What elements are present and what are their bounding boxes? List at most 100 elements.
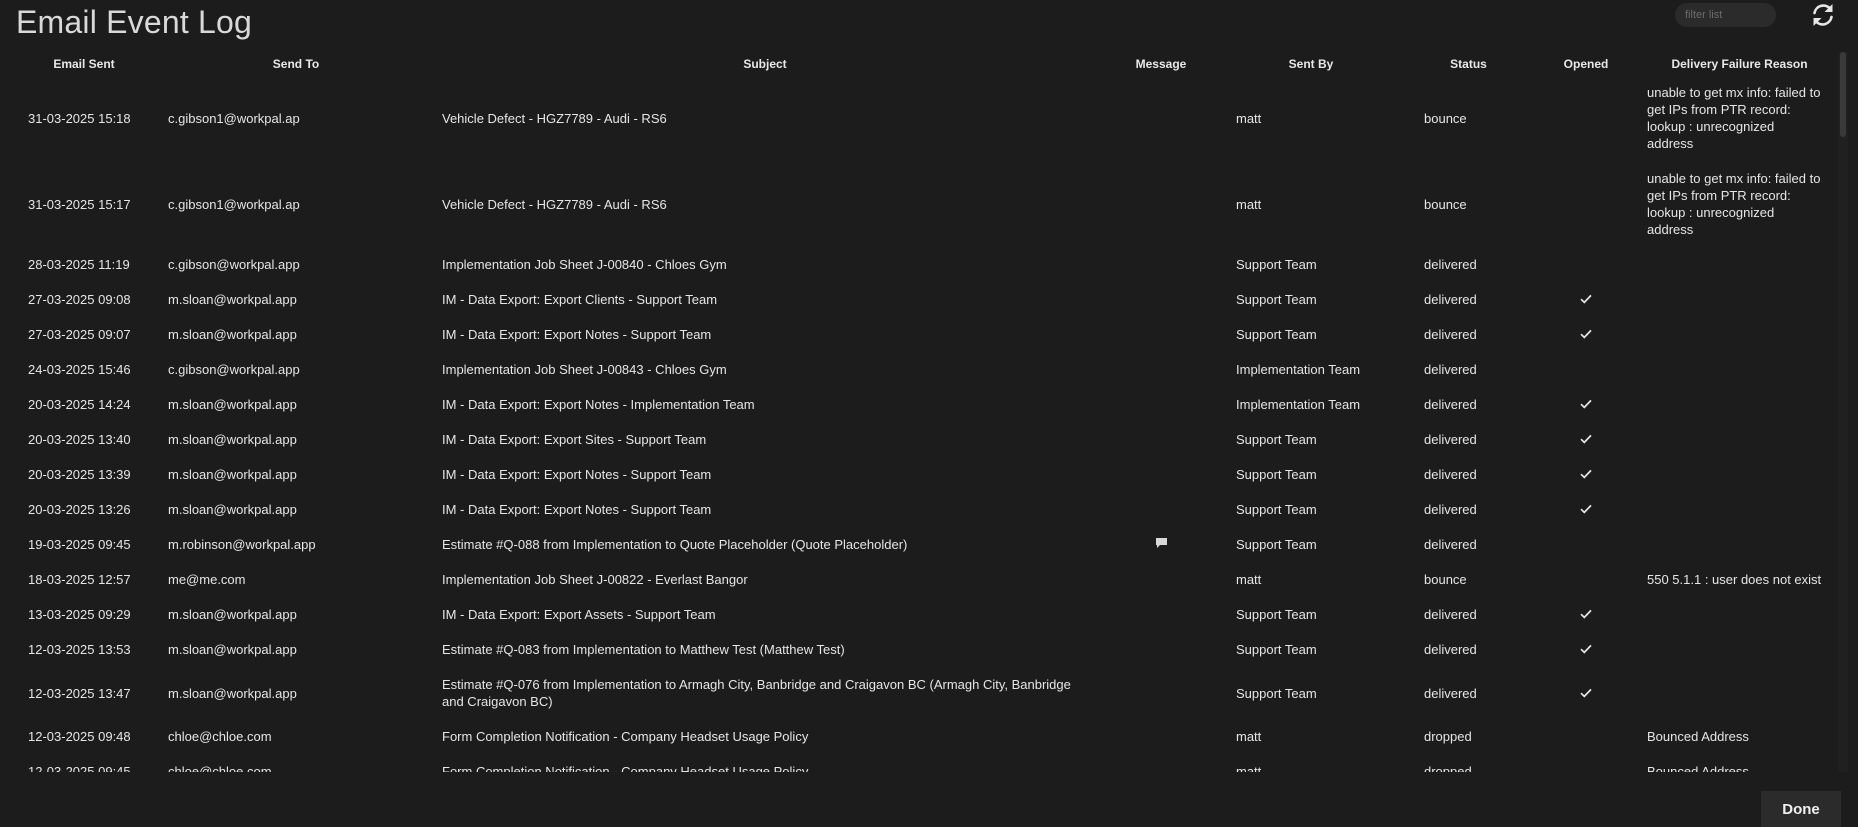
opened-cell	[1531, 352, 1641, 387]
table-row[interactable]: 12-03-2025 09:45 chloe@chloe.com Form Comp…	[0, 754, 1838, 772]
message-cell	[1106, 422, 1216, 457]
refresh-icon	[1813, 4, 1833, 26]
table-row[interactable]: 18-03-2025 12:57 me@me.com Implementation …	[0, 562, 1838, 597]
subject-cell: IM - Data Export: Export Assets - Suppor…	[442, 607, 716, 622]
subject-cell: Vehicle Defect - HGZ7789 - Audi - RS6	[442, 110, 667, 126]
status-cell: delivered	[1424, 537, 1477, 552]
email-sent-cell: 24-03-2025 15:46	[28, 362, 131, 377]
subject-cell: IM - Data Export: Export Clients - Suppo…	[442, 292, 718, 307]
table-scrollbar[interactable]	[1838, 52, 1848, 772]
failure-reason-cell	[1641, 632, 1838, 667]
email-sent-cell: 31-03-2025 15:18	[28, 110, 131, 126]
check-icon	[1580, 504, 1592, 514]
table-row[interactable]: 12-03-2025 13:53 m.sloan@workpal.app Estim…	[0, 632, 1838, 667]
opened-cell	[1531, 161, 1641, 247]
message-icon[interactable]	[1155, 537, 1168, 549]
status-cell: delivered	[1424, 397, 1477, 412]
column-header[interactable]: Delivery Failure Reason	[1641, 52, 1838, 75]
failure-reason-cell	[1641, 527, 1838, 562]
opened-cell	[1531, 527, 1641, 562]
status-cell: bounce	[1424, 196, 1467, 212]
sent-by-cell: matt	[1236, 764, 1262, 772]
send-to-cell: m.sloan@workpal.app	[168, 327, 297, 342]
email-sent-cell: 20-03-2025 14:24	[28, 397, 131, 412]
send-to-cell: c.gibson@workpal.app	[168, 257, 300, 272]
table-row[interactable]: 20-03-2025 13:26 m.sloan@workpal.app IM - …	[0, 492, 1838, 527]
table-row[interactable]: 27-03-2025 09:08 m.sloan@workpal.app IM - …	[0, 282, 1838, 317]
column-header[interactable]: Status	[1406, 52, 1531, 75]
status-cell: delivered	[1424, 502, 1477, 517]
opened-cell	[1531, 632, 1641, 667]
failure-reason-cell: Bounced Address	[1647, 729, 1749, 744]
email-sent-cell: 27-03-2025 09:08	[28, 292, 131, 307]
subject-cell: Estimate #Q-088 from Implementation to Q…	[442, 537, 908, 552]
filter-input[interactable]	[1675, 3, 1776, 27]
column-header[interactable]: Message	[1106, 52, 1216, 75]
send-to-cell: chloe@chloe.com	[168, 729, 272, 744]
table-header-row: Email Sent Send To Subject Message Sent By St…	[0, 52, 1838, 75]
message-cell	[1106, 492, 1216, 527]
failure-reason-cell	[1641, 597, 1838, 632]
message-cell	[1106, 282, 1216, 317]
opened-cell	[1531, 457, 1641, 492]
table-row[interactable]: 31-03-2025 15:17 c.gibson1@workpal.ap Vehi…	[0, 161, 1838, 247]
table-row[interactable]: 12-03-2025 09:48 chloe@chloe.com Form Comp…	[0, 719, 1838, 754]
sent-by-cell: matt	[1236, 110, 1262, 126]
sent-by-cell: Support Team	[1236, 467, 1317, 482]
check-icon	[1580, 644, 1592, 654]
message-cell[interactable]	[1106, 527, 1216, 562]
scrollbar-thumb[interactable]	[1840, 52, 1846, 137]
message-cell	[1106, 597, 1216, 632]
check-icon	[1580, 688, 1592, 698]
subject-cell: IM - Data Export: Export Notes - Impleme…	[442, 397, 755, 412]
done-button[interactable]: Done	[1761, 791, 1841, 827]
column-header[interactable]: Sent By	[1216, 52, 1406, 75]
subject-cell: Estimate #Q-076 from Implementation to A…	[442, 677, 1071, 709]
email-event-log-page: Email Event Log Email SentSend ToSubject…	[0, 0, 1858, 827]
table-row[interactable]: 13-03-2025 09:29 m.sloan@workpal.app IM - …	[0, 597, 1838, 632]
column-header[interactable]: Opened	[1531, 52, 1641, 75]
opened-cell	[1531, 597, 1641, 632]
message-cell	[1106, 632, 1216, 667]
email-sent-cell: 27-03-2025 09:07	[28, 327, 131, 342]
failure-reason-cell: 550 5.1.1 : user does not exist	[1647, 572, 1822, 587]
opened-cell	[1531, 387, 1641, 422]
status-cell: bounce	[1424, 572, 1467, 587]
email-log-table-container[interactable]: Email Sent Send To Subject Message Sent By St…	[0, 52, 1838, 773]
failure-reason-cell	[1641, 422, 1838, 457]
status-cell: delivered	[1424, 327, 1477, 342]
column-header[interactable]: Email Sent	[0, 52, 168, 75]
status-cell: dropped	[1424, 729, 1472, 744]
table-row[interactable]: 31-03-2025 15:18 c.gibson1@workpal.ap Vehi…	[0, 75, 1838, 161]
failure-reason-cell	[1641, 667, 1838, 719]
table-row[interactable]: 24-03-2025 15:46 c.gibson@workpal.app Impl…	[0, 352, 1838, 387]
column-header[interactable]: Send To	[168, 52, 424, 75]
send-to-cell: m.sloan@workpal.app	[168, 502, 297, 517]
check-icon	[1580, 294, 1592, 304]
opened-cell	[1531, 422, 1641, 457]
failure-reason-cell: unable to get mx info: failed to get IPs…	[1647, 171, 1821, 237]
opened-cell	[1531, 247, 1641, 282]
subject-cell: Implementation Job Sheet J-00840 - Chloe…	[442, 257, 727, 272]
email-sent-cell: 20-03-2025 13:39	[28, 467, 131, 482]
status-cell: delivered	[1424, 607, 1477, 622]
email-sent-cell: 13-03-2025 09:29	[28, 607, 131, 622]
table-row[interactable]: 27-03-2025 09:07 m.sloan@workpal.app IM - …	[0, 317, 1838, 352]
message-cell	[1106, 352, 1216, 387]
refresh-button[interactable]	[1808, 0, 1838, 30]
send-to-cell: m.sloan@workpal.app	[168, 397, 297, 412]
table-row[interactable]: 20-03-2025 13:40 m.sloan@workpal.app IM - …	[0, 422, 1838, 457]
check-icon	[1580, 329, 1592, 339]
status-cell: delivered	[1424, 685, 1477, 701]
failure-reason-cell	[1641, 317, 1838, 352]
send-to-cell: m.sloan@workpal.app	[168, 607, 297, 622]
status-cell: delivered	[1424, 432, 1477, 447]
table-row[interactable]: 12-03-2025 13:47 m.sloan@workpal.app Estim…	[0, 667, 1838, 719]
table-row[interactable]: 19-03-2025 09:45 m.robinson@workpal.app Es…	[0, 527, 1838, 562]
table-row[interactable]: 20-03-2025 14:24 m.sloan@workpal.app IM - …	[0, 387, 1838, 422]
failure-reason-cell	[1641, 247, 1838, 282]
check-icon	[1580, 469, 1592, 479]
table-row[interactable]: 20-03-2025 13:39 m.sloan@workpal.app IM - …	[0, 457, 1838, 492]
table-row[interactable]: 28-03-2025 11:19 c.gibson@workpal.app Impl…	[0, 247, 1838, 282]
column-header[interactable]: Subject	[424, 52, 1106, 75]
